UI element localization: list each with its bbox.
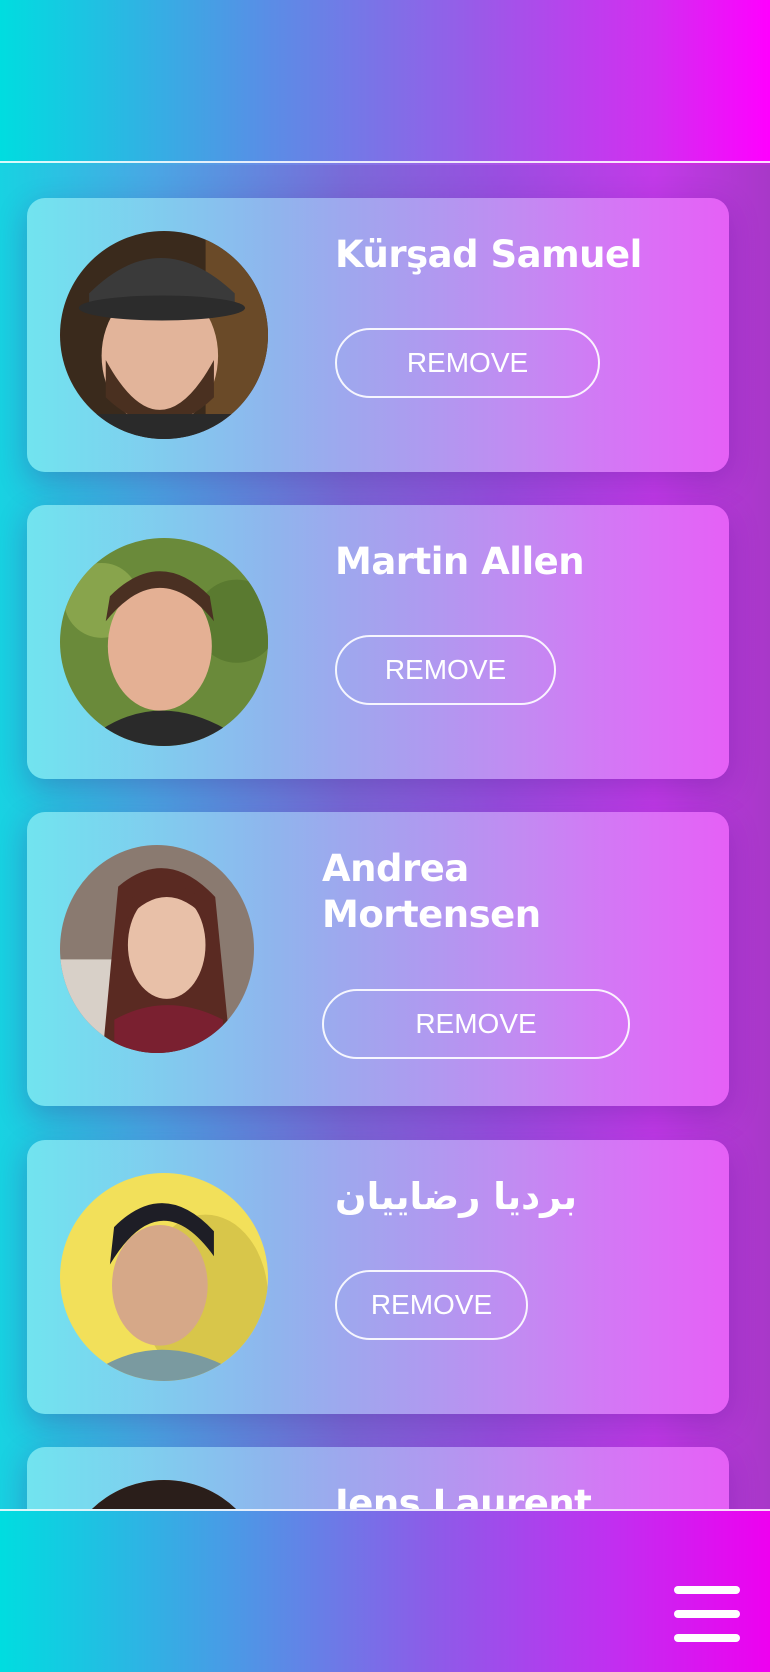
hamburger-menu-icon[interactable] [674,1586,740,1642]
avatar [60,538,268,746]
remove-button[interactable]: REMOVE [335,328,600,398]
top-header-bar [0,0,770,163]
avatar [60,231,268,439]
avatar [60,845,254,1053]
remove-button[interactable]: REMOVE [335,635,556,705]
remove-button[interactable]: REMOVE [335,1270,528,1340]
contact-name: بردیا رضاییان [335,1175,577,1218]
contact-name: Kürşad Samuel [335,233,642,276]
contact-card: Andrea Mortensen REMOVE [27,812,729,1106]
contact-card: Martin Allen REMOVE [27,505,729,779]
contact-name: Martin Allen [335,540,585,583]
avatar [60,1173,268,1381]
contact-card: Jens Laurent [27,1447,729,1509]
contact-list[interactable]: Kürşad Samuel REMOVE Martin Allen REMOVE [0,165,770,1509]
contact-card: Kürşad Samuel REMOVE [27,198,729,472]
avatar [60,1480,268,1509]
contact-name: Andrea Mortensen [322,847,541,936]
contact-name: Jens Laurent [335,1482,592,1509]
bottom-footer-bar [0,1509,770,1672]
contact-card: بردیا رضاییان REMOVE [27,1140,729,1414]
remove-button[interactable]: REMOVE [322,989,630,1059]
